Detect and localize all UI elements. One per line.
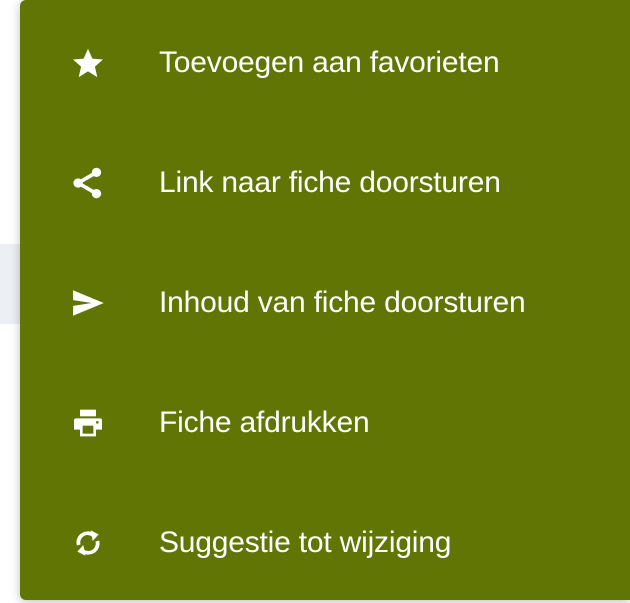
print-icon <box>68 403 108 443</box>
star-icon <box>68 43 108 83</box>
menu-item-label: Inhoud van fiche doorsturen <box>159 286 526 319</box>
menu-item-print[interactable]: Fiche afdrukken <box>20 363 630 483</box>
menu-item-suggest-change[interactable]: Suggestie tot wijziging <box>20 483 630 603</box>
refresh-icon <box>68 523 108 563</box>
menu-item-share-link[interactable]: Link naar fiche doorsturen <box>20 123 630 243</box>
menu-item-label: Suggestie tot wijziging <box>159 526 452 559</box>
menu-item-label: Fiche afdrukken <box>159 406 370 439</box>
menu-item-label: Link naar fiche doorsturen <box>159 166 501 199</box>
menu-item-send-content[interactable]: Inhoud van fiche doorsturen <box>20 243 630 363</box>
menu-item-add-to-favorites[interactable]: Toevoegen aan favorieten <box>20 3 630 123</box>
share-icon <box>68 163 108 203</box>
menu-item-label: Toevoegen aan favorieten <box>159 46 500 79</box>
context-menu: Toevoegen aan favorieten Link naar fiche… <box>20 0 630 600</box>
send-icon <box>68 283 108 323</box>
